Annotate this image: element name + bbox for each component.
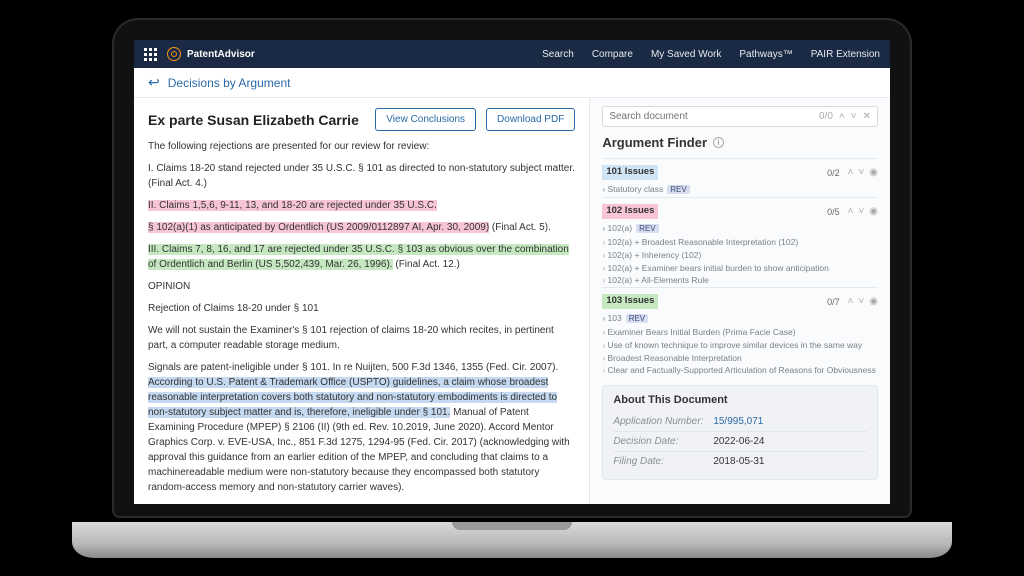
about-row: Decision Date:2022-06-24 — [613, 431, 867, 451]
about-label: Decision Date: — [613, 436, 713, 447]
about-label: Application Number: — [613, 416, 713, 427]
back-arrow-icon[interactable]: ↩ — [148, 74, 160, 91]
issue-visibility-icon[interactable]: ◉ — [869, 167, 878, 178]
about-row: Application Number:15/995,071 — [613, 412, 867, 431]
issue-prev-icon[interactable]: ˄ — [848, 206, 854, 217]
nav-pair-extension[interactable]: PAIR Extension — [811, 49, 880, 60]
issue-items: › 103REVExaminer Bears Initial Burden (P… — [602, 312, 878, 377]
highlight-103: III. Claims 7, 8, 16, and 17 are rejecte… — [148, 244, 569, 270]
issue-group-header[interactable]: 102 Issues 0/5 ˄ ˅ ◉ — [602, 204, 878, 219]
view-conclusions-button[interactable]: View Conclusions — [375, 108, 476, 131]
doc-paragraph: OPINION — [148, 279, 575, 294]
about-value[interactable]: 15/995,071 — [713, 416, 763, 427]
brand-name: PatentAdvisor — [187, 49, 255, 60]
doc-paragraph: Signals are patent-ineligible under § 10… — [148, 360, 575, 495]
nav-links: Search Compare My Saved Work Pathways™ P… — [542, 49, 880, 60]
download-pdf-button[interactable]: Download PDF — [486, 108, 575, 131]
issue-items: › 102(a)REV102(a) + Broadest Reasonable … — [602, 222, 878, 287]
search-input[interactable] — [609, 111, 813, 122]
brand[interactable]: PatentAdvisor — [167, 47, 255, 61]
issue-visibility-icon[interactable]: ◉ — [869, 206, 878, 217]
document-title: Ex parte Susan Elizabeth Carrie — [148, 112, 365, 128]
issue-item[interactable]: Clear and Factually-Supported Articulati… — [602, 364, 878, 377]
rev-badge: REV — [667, 185, 689, 194]
breadcrumb-label[interactable]: Decisions by Argument — [168, 76, 291, 90]
doc-paragraph: We will not sustain the Examiner's § 101… — [148, 323, 575, 353]
about-value: 2022-06-24 — [713, 436, 764, 447]
issue-item[interactable]: › 102(a)REV — [602, 222, 658, 235]
search-prev-icon[interactable]: ˄ — [839, 111, 845, 122]
top-nav: PatentAdvisor Search Compare My Saved Wo… — [134, 40, 890, 68]
nav-saved-work[interactable]: My Saved Work — [651, 49, 721, 60]
doc-paragraph: The following rejections are presented f… — [148, 139, 575, 154]
search-count: 0/0 — [819, 111, 833, 122]
apps-grid-icon[interactable] — [144, 48, 157, 61]
issue-count: 0/2 — [827, 168, 840, 178]
issue-title[interactable]: 102 Issues — [602, 204, 658, 219]
issue-item[interactable]: Use of known technique to improve simila… — [602, 339, 878, 352]
document-pane: Ex parte Susan Elizabeth Carrie View Con… — [134, 98, 590, 504]
issue-item[interactable]: Examiner Bears Initial Burden (Prima Fac… — [602, 326, 878, 339]
about-document-panel: About This Document Application Number:1… — [602, 385, 878, 480]
issue-item[interactable]: 102(a) + Broadest Reasonable Interpretat… — [602, 236, 878, 249]
doc-paragraph: III. Claims 7, 8, 16, and 17 are rejecte… — [148, 242, 575, 272]
breadcrumb: ↩ Decisions by Argument — [134, 68, 890, 98]
issue-count: 0/5 — [827, 207, 840, 217]
issue-group-103: 103 Issues 0/7 ˄ ˅ ◉ › 103REVExaminer Bears I… — [602, 287, 878, 377]
issue-group-101: 101 Issues 0/2 ˄ ˅ ◉ › Statutory classREV — [602, 158, 878, 197]
issue-next-icon[interactable]: ˅ — [858, 167, 864, 178]
nav-search[interactable]: Search — [542, 49, 574, 60]
issue-item[interactable]: › 103REV — [602, 312, 648, 325]
nav-pathways[interactable]: Pathways™ — [739, 49, 792, 60]
about-title: About This Document — [613, 394, 867, 406]
issue-next-icon[interactable]: ˅ — [858, 296, 864, 307]
issue-group-102: 102 Issues 0/5 ˄ ˅ ◉ › 102(a)REV102(a) + Broa… — [602, 197, 878, 287]
doc-paragraph: § 102(a)(1) as anticipated by Ordentlich… — [148, 220, 575, 235]
issue-group-header[interactable]: 101 Issues 0/2 ˄ ˅ ◉ — [602, 165, 878, 180]
issue-item[interactable]: Broadest Reasonable Interpretation — [602, 352, 878, 365]
issue-item[interactable]: › Statutory classREV — [602, 183, 689, 196]
about-row: Filing Date:2018-05-31 — [613, 451, 867, 471]
issue-title[interactable]: 103 Issues — [602, 294, 658, 309]
issue-title[interactable]: 101 Issues — [602, 165, 658, 180]
rev-badge: REV — [626, 314, 648, 323]
document-body: The following rejections are presented f… — [148, 139, 575, 495]
issue-count: 0/7 — [827, 297, 840, 307]
about-value: 2018-05-31 — [713, 456, 764, 467]
issue-item[interactable]: 102(a) + Examiner bears initial burden t… — [602, 262, 878, 275]
search-document-row: 0/0 ˄ ˅ ✕ — [602, 106, 878, 127]
sidebar-pane: 0/0 ˄ ˅ ✕ Argument Finder i 101 Issues 0/… — [590, 98, 890, 504]
highlight-102: II. Claims 1,5,6, 9-11, 13, and 18-20 ar… — [148, 200, 437, 211]
info-icon[interactable]: i — [713, 137, 724, 148]
rev-badge: REV — [636, 224, 658, 233]
doc-paragraph: II. Claims 1,5,6, 9-11, 13, and 18-20 ar… — [148, 198, 575, 213]
search-next-icon[interactable]: ˅ — [851, 111, 857, 122]
brand-logo-icon — [167, 47, 181, 61]
issue-visibility-icon[interactable]: ◉ — [869, 296, 878, 307]
issue-items: › Statutory classREV — [602, 183, 878, 197]
about-label: Filing Date: — [613, 456, 713, 467]
doc-paragraph: Rejection of Claims 18-20 under § 101 — [148, 301, 575, 316]
issue-prev-icon[interactable]: ˄ — [848, 296, 854, 307]
issue-item[interactable]: 102(a) + Inherency (102) — [602, 249, 878, 262]
issue-prev-icon[interactable]: ˄ — [848, 167, 854, 178]
doc-paragraph: I. Claims 18-20 stand rejected under 35 … — [148, 161, 575, 191]
issue-next-icon[interactable]: ˅ — [858, 206, 864, 217]
issue-group-header[interactable]: 103 Issues 0/7 ˄ ˅ ◉ — [602, 294, 878, 309]
highlight-102: § 102(a)(1) as anticipated by Ordentlich… — [148, 222, 489, 233]
search-clear-icon[interactable]: ✕ — [863, 111, 871, 122]
argument-finder-header: Argument Finder i — [602, 135, 878, 150]
laptop-base — [72, 522, 952, 558]
issue-item[interactable]: 102(a) + All-Elements Rule — [602, 274, 878, 287]
nav-compare[interactable]: Compare — [592, 49, 633, 60]
